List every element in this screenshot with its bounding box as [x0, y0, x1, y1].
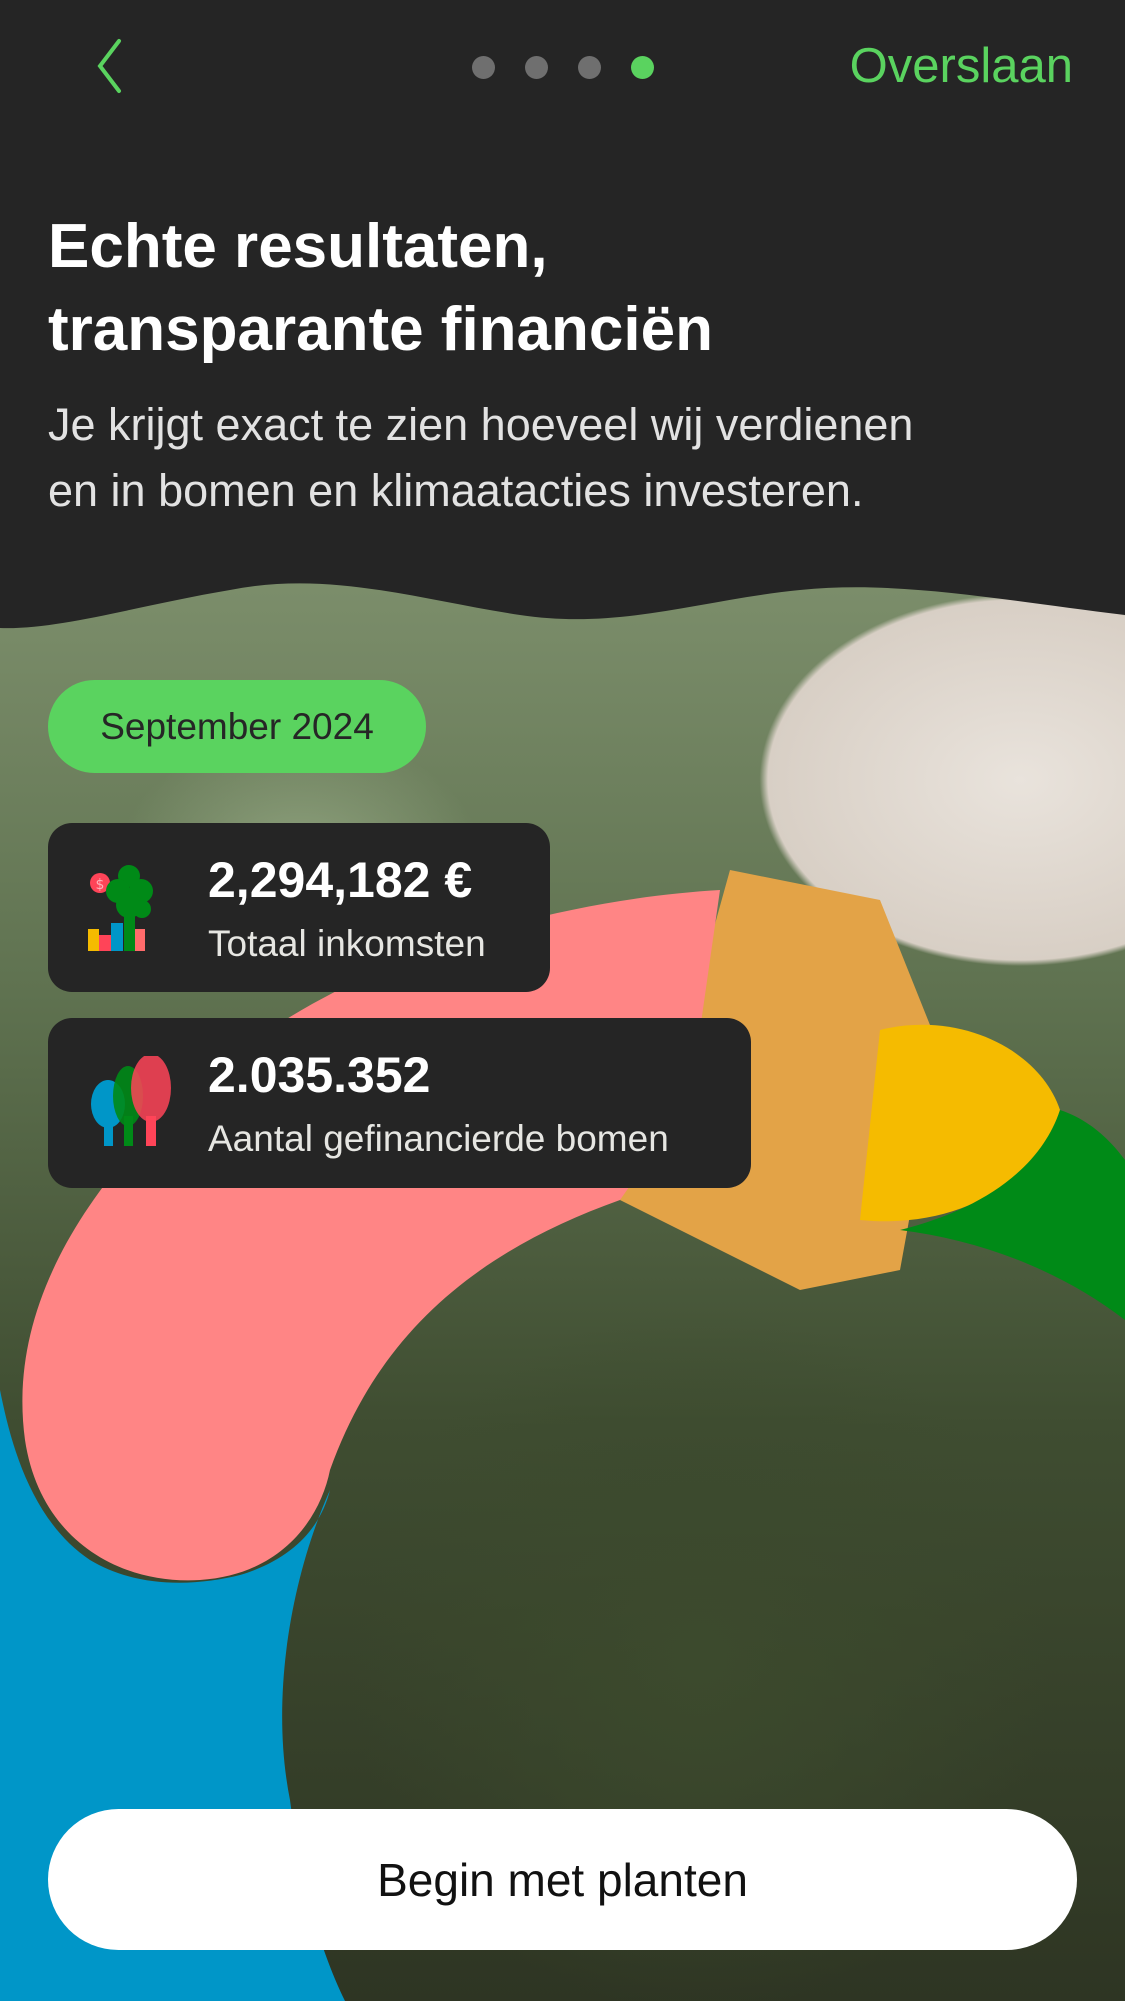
subtitle-line: en in bomen en klimaatacties investeren.: [48, 465, 864, 516]
subtitle-line: Je krijgt exact te zien hoeveel wij verd…: [48, 399, 914, 450]
total-income-label: Totaal inkomsten: [208, 923, 486, 964]
period-badge: September 2024: [48, 680, 426, 773]
start-planting-button[interactable]: Begin met planten: [48, 1809, 1077, 1950]
trees-funded-value: 2.035.352: [208, 1047, 431, 1103]
page-indicator: [472, 56, 654, 79]
trees-funded-label: Aantal gefinancierde bomen: [208, 1118, 669, 1159]
title-line: Echte resultaten,: [48, 212, 548, 281]
svg-text:$: $: [96, 877, 105, 893]
top-navigation: Overslaan: [0, 0, 1125, 140]
page-dot[interactable]: [525, 56, 548, 79]
page-subtitle: Je krijgt exact te zien hoeveel wij verd…: [48, 392, 1108, 524]
skip-button[interactable]: Overslaan: [850, 38, 1073, 94]
income-tree-chart-icon: $: [88, 865, 153, 951]
page-dot-active[interactable]: [631, 56, 654, 79]
onboarding-screen: Overslaan Echte resultaten, transparante …: [0, 0, 1125, 2001]
title-line: transparante financiën: [48, 295, 713, 364]
page-dot[interactable]: [578, 56, 601, 79]
stat-card-trees: 2.035.352 Aantal gefinancierde bomen: [48, 1018, 751, 1188]
chevron-left-icon[interactable]: [86, 36, 136, 96]
total-income-value: 2,294,182 €: [208, 852, 473, 908]
page-dot[interactable]: [472, 56, 495, 79]
stat-card-income: $ 2,294,182 € Totaal inkomsten: [48, 823, 550, 992]
trees-icon: [91, 1056, 171, 1146]
pink-swoosh: [22, 890, 720, 1581]
page-title: Echte resultaten, transparante financiën: [48, 205, 1088, 371]
